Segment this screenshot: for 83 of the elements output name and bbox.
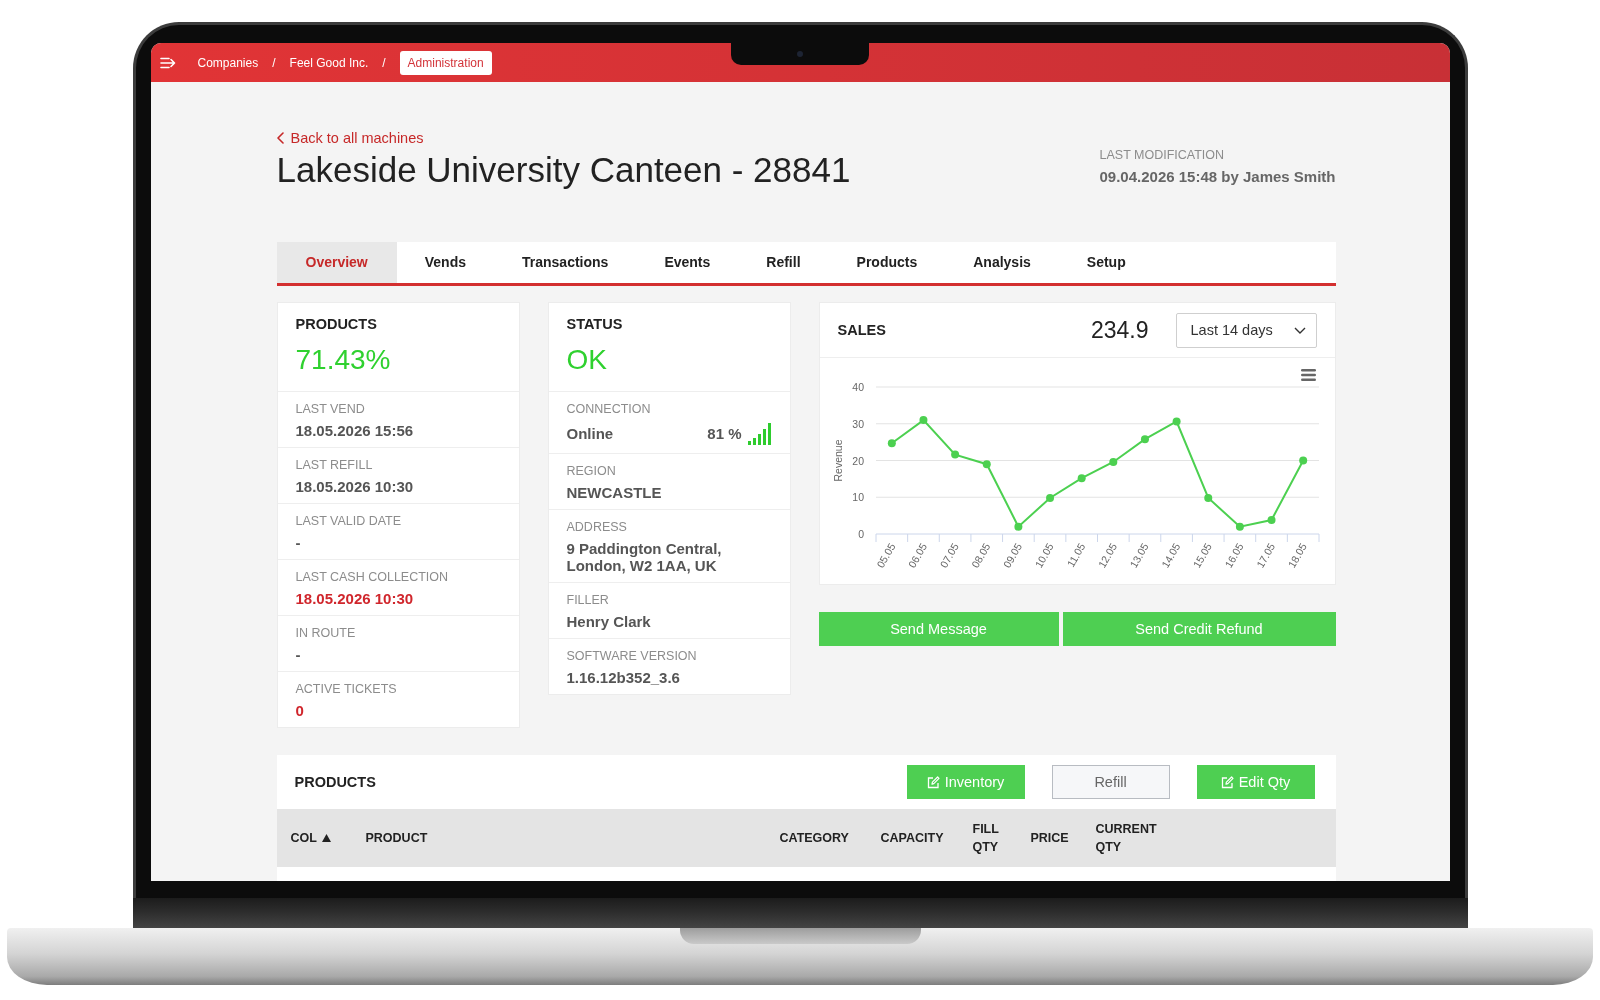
data-point (950, 450, 959, 459)
data-point (982, 460, 991, 469)
field-label: FILLER (566, 592, 610, 608)
column-header[interactable]: CURRENT QTY (1095, 820, 1166, 856)
status-value: OK (566, 343, 608, 377)
tab[interactable]: Vends (396, 242, 494, 283)
toolbar-button[interactable]: Refill (1051, 765, 1170, 799)
data-point (1045, 494, 1054, 502)
data-point (918, 416, 927, 425)
field-label: LAST MODIFICATION (1099, 147, 1226, 163)
axis-tick-label: 30 (851, 417, 864, 430)
field-value: 18.05.2026 10:30 (295, 478, 415, 495)
axis-tick-label: 10 (851, 491, 864, 504)
period-dropdown[interactable]: Last 14 days (1175, 312, 1317, 348)
data-point (1267, 516, 1276, 525)
tab[interactable]: Products (828, 242, 946, 283)
field-label: LAST CASH COLLECTION (295, 569, 450, 585)
field-label: IN ROUTE (295, 625, 357, 641)
chevron-left-icon (276, 131, 284, 144)
tab[interactable]: Overview (276, 242, 397, 283)
edit-icon (926, 775, 940, 789)
data-point (1235, 522, 1244, 531)
signal-icon (747, 422, 772, 445)
field-label: SOFTWARE VERSION (566, 648, 698, 664)
page-title: Lakeside University Canteen - 28841 (276, 150, 851, 190)
field-value: 18.05.2026 10:30 (295, 590, 415, 607)
field-value: NEWCASTLE (566, 484, 663, 501)
data-point (1013, 522, 1022, 531)
signal-reading: 81 % (707, 425, 742, 442)
data-point (1172, 417, 1181, 426)
field-value: 09.04.2026 15:48 by James Smith (1099, 168, 1336, 186)
tab[interactable]: Analysis (945, 242, 1059, 283)
breadcrumb-link[interactable]: Companies (197, 55, 259, 70)
tab[interactable]: Setup (1058, 242, 1154, 283)
menu-icon[interactable] (1300, 369, 1316, 381)
breadcrumb-separator: / (382, 55, 386, 70)
field-value: Henry Clark (566, 613, 652, 630)
axis-tick-label: 40 (851, 381, 864, 393)
field-value: - (295, 646, 302, 663)
back-link[interactable]: Back to all machines (276, 129, 851, 146)
column-header[interactable]: PRODUCT (365, 829, 428, 847)
edit-icon (1220, 775, 1234, 789)
data-point (1203, 494, 1212, 502)
data-point (1108, 457, 1117, 466)
data-point (1298, 456, 1307, 465)
data-point (1140, 435, 1149, 444)
field-value: 18.05.2026 15:56 (295, 422, 415, 439)
card-title: STATUS (566, 316, 624, 333)
tab[interactable]: Transactions (494, 242, 637, 283)
column-header[interactable]: COL (290, 829, 317, 847)
field-label: CONNECTION (566, 401, 652, 417)
axis-title: Revenue (831, 439, 844, 482)
data-point (1077, 474, 1086, 483)
chevron-down-icon (1293, 326, 1306, 334)
field-value: 0 (295, 702, 305, 719)
field-label: LAST REFILL (295, 457, 374, 473)
field-value: 1.16.12b352_3.6 (566, 669, 681, 686)
breadcrumb-separator: / (272, 55, 276, 70)
field-label: ACTIVE TICKETS (295, 681, 398, 697)
field-value: 9 Paddington Central, London, W2 1AA, UK (566, 540, 723, 574)
column-header[interactable]: FILL QTY (972, 820, 1021, 856)
breadcrumb-link[interactable]: Feel Good Inc. (289, 55, 369, 70)
card-title: SALES (837, 321, 886, 339)
card-title: PRODUCTS (294, 773, 376, 791)
tab[interactable]: Refill (738, 242, 829, 283)
field-value: - (295, 534, 302, 551)
data-point (887, 439, 896, 448)
column-header[interactable]: PRICE (1030, 829, 1069, 847)
field-value: Online (566, 425, 614, 442)
axis-tick-label: 20 (851, 454, 864, 467)
field-label: LAST VEND (295, 401, 366, 417)
menu-icon[interactable] (159, 56, 176, 69)
card-title: PRODUCTS (295, 316, 378, 333)
column-header[interactable]: CAPACITY (880, 829, 944, 847)
field-label: ADDRESS (566, 519, 628, 535)
field-label: REGION (566, 463, 617, 479)
products-percentage: 71.43% (295, 343, 392, 377)
tab[interactable]: Events (636, 242, 739, 283)
breadcrumb-link[interactable]: Administration (399, 50, 492, 75)
field-label: LAST VALID DATE (295, 513, 403, 529)
axis-tick-label: 0 (857, 528, 864, 540)
sales-total: 234.9 (1090, 316, 1149, 344)
column-header[interactable]: CATEGORY (779, 829, 849, 847)
